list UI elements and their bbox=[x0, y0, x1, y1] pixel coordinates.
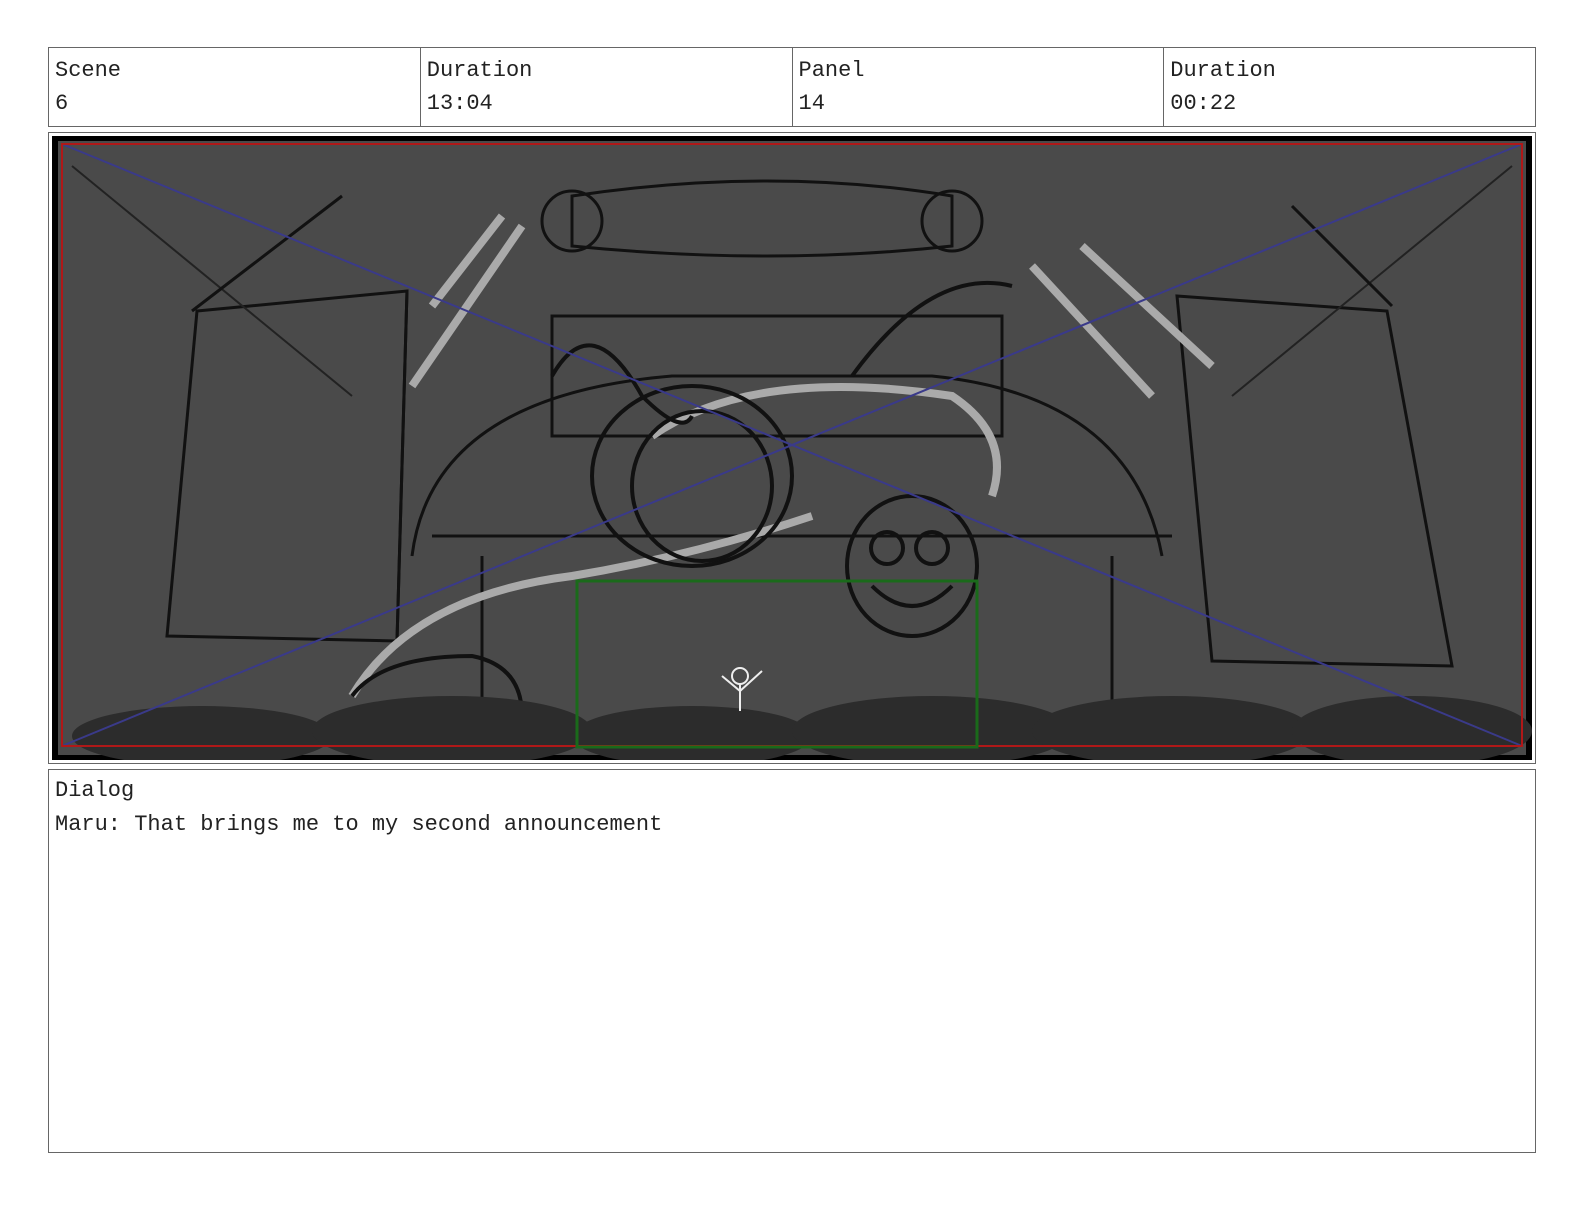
panel-info-header: Scene 6 Duration 13:04 Panel 14 Duration… bbox=[48, 47, 1536, 127]
panel-cell: Panel 14 bbox=[793, 48, 1165, 126]
dialog-label: Dialog bbox=[55, 778, 135, 803]
dialog-section: Dialog Maru: That brings me to my second… bbox=[48, 769, 1536, 1153]
panel-label: Panel bbox=[798, 58, 865, 83]
scene-cell: Scene 6 bbox=[49, 48, 421, 126]
scene-value: 6 bbox=[55, 91, 69, 116]
scene-duration-cell: Duration 13:04 bbox=[421, 48, 793, 126]
panel-duration-cell: Duration 00:22 bbox=[1164, 48, 1535, 126]
panel-duration-value: 00:22 bbox=[1170, 91, 1237, 116]
scene-duration-label: Duration bbox=[426, 58, 533, 83]
dialog-text: Maru: That brings me to my second announ… bbox=[55, 812, 663, 837]
panel-duration-label: Duration bbox=[1170, 58, 1276, 83]
scene-duration-value: 13:04 bbox=[426, 91, 493, 116]
panel-value: 14 bbox=[798, 91, 825, 116]
scene-label: Scene bbox=[55, 58, 122, 83]
storyboard-frame bbox=[52, 136, 1532, 760]
storyboard-sketch-image bbox=[58, 141, 1532, 760]
storyboard-frame-border bbox=[48, 132, 1536, 764]
